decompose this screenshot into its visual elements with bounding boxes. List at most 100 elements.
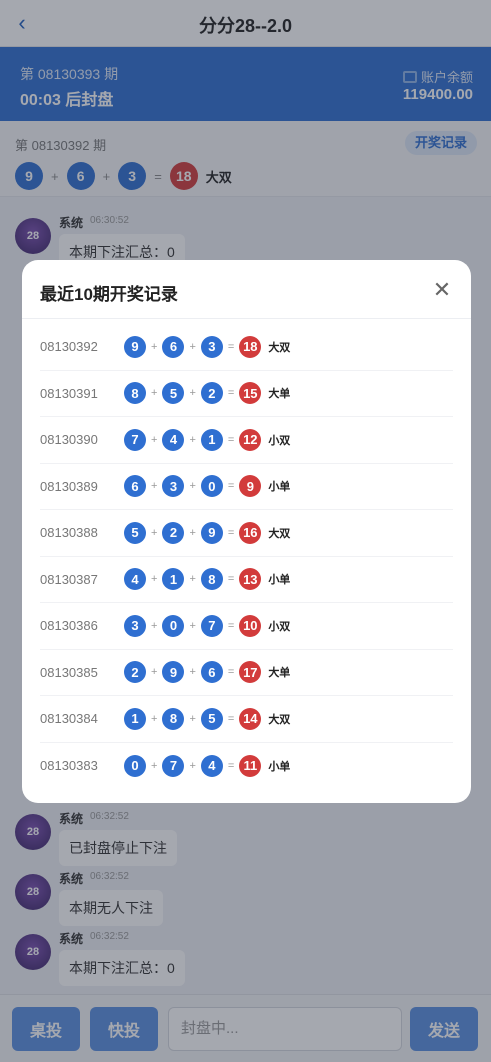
history-period: 08130385 (40, 664, 98, 680)
draw-ball: 4 (200, 754, 223, 777)
history-row: 08130387 4 +1 +8 = 13 小单 (40, 557, 453, 603)
draw-ball: 6 (124, 475, 146, 498)
plus-sign: + (151, 619, 158, 632)
history-period: 08130387 (40, 571, 98, 587)
plus-sign: + (189, 387, 196, 400)
divider (22, 318, 471, 319)
history-period: 08130392 (40, 339, 98, 355)
draw-ball: 7 (162, 754, 185, 777)
result-tag: 大单 (268, 667, 291, 680)
equals-sign: = (227, 666, 235, 679)
draw-ball: 1 (124, 707, 146, 730)
sum-ball: 17 (239, 661, 262, 684)
history-row: 08130384 1 +8 +5 = 14 大双 (40, 696, 453, 743)
plus-sign: + (151, 759, 158, 772)
draw-ball: 2 (162, 521, 185, 544)
plus-sign: + (189, 480, 196, 493)
modal-title: 最近10期开奖记录 (40, 285, 178, 304)
plus-sign: + (189, 433, 196, 446)
draw-ball: 8 (162, 707, 185, 730)
plus-sign: + (189, 712, 196, 725)
result-tag: 大双 (268, 341, 291, 354)
history-balls: 6 +3 +0 = 9 小单 (124, 475, 291, 498)
plus-sign: + (151, 526, 158, 539)
history-row: 08130383 0 +7 +4 = 11 小单 (40, 743, 453, 790)
sum-ball: 11 (239, 754, 262, 777)
history-period: 08130388 (40, 525, 98, 541)
equals-sign: = (227, 387, 235, 400)
history-period: 08130391 (40, 385, 98, 401)
equals-sign: = (227, 619, 235, 632)
draw-history-modal: 最近10期开奖记录 ✕ 08130392 9 +6 +3 = 18 大双 08130391 8 +… (22, 260, 471, 803)
draw-ball: 6 (200, 661, 223, 684)
draw-ball: 8 (200, 568, 223, 591)
equals-sign: = (227, 759, 235, 772)
result-tag: 大双 (268, 713, 291, 726)
sum-ball: 13 (239, 568, 262, 591)
history-balls: 2 +9 +6 = 17 大单 (124, 661, 291, 684)
draw-ball: 4 (162, 428, 185, 451)
draw-ball: 4 (124, 568, 146, 591)
history-row: 08130389 6 +3 +0 = 9 小单 (40, 464, 453, 510)
history-period: 08130390 (40, 432, 98, 448)
history-period: 08130386 (40, 618, 98, 634)
plus-sign: + (151, 480, 158, 493)
draw-ball: 9 (162, 661, 185, 684)
draw-ball: 6 (162, 335, 185, 358)
plus-sign: + (189, 759, 196, 772)
history-balls: 1 +8 +5 = 14 大双 (124, 707, 291, 730)
plus-sign: + (189, 666, 196, 679)
history-list: 08130392 9 +6 +3 = 18 大双 08130391 8 +5 +2 = 15 大单 0813… (40, 324, 453, 789)
result-tag: 小双 (268, 434, 291, 447)
draw-ball: 0 (162, 614, 185, 637)
sum-ball: 12 (239, 428, 262, 451)
plus-sign: + (151, 573, 158, 586)
plus-sign: + (189, 619, 196, 632)
draw-ball: 0 (200, 475, 223, 498)
plus-sign: + (151, 712, 158, 725)
result-tag: 大双 (268, 527, 291, 540)
draw-ball: 8 (124, 382, 146, 405)
plus-sign: + (189, 526, 196, 539)
equals-sign: = (227, 526, 235, 539)
history-row: 08130390 7 +4 +1 = 12 小双 (40, 417, 453, 464)
history-balls: 5 +2 +9 = 16 大双 (124, 521, 291, 544)
history-row: 08130391 8 +5 +2 = 15 大单 (40, 371, 453, 417)
draw-ball: 7 (200, 614, 223, 637)
draw-ball: 2 (124, 661, 146, 684)
equals-sign: = (227, 433, 235, 446)
draw-ball: 7 (124, 428, 146, 451)
result-tag: 小双 (268, 620, 291, 633)
draw-ball: 0 (124, 754, 146, 777)
draw-ball: 1 (200, 428, 223, 451)
sum-ball: 15 (239, 382, 262, 405)
sum-ball: 10 (239, 614, 262, 637)
history-balls: 7 +4 +1 = 12 小双 (124, 428, 291, 451)
plus-sign: + (151, 340, 158, 353)
result-tag: 小单 (268, 760, 291, 773)
history-balls: 0 +7 +4 = 11 小单 (124, 754, 291, 777)
history-balls: 3 +0 +7 = 10 小双 (124, 614, 291, 637)
draw-ball: 9 (200, 521, 223, 544)
draw-ball: 9 (124, 335, 146, 358)
equals-sign: = (227, 480, 235, 493)
history-row: 08130386 3 +0 +7 = 10 小双 (40, 603, 453, 650)
draw-ball: 5 (200, 707, 223, 730)
draw-ball: 3 (200, 335, 223, 358)
sum-ball: 16 (239, 521, 262, 544)
result-tag: 小单 (268, 481, 291, 494)
sum-ball: 18 (239, 335, 262, 358)
history-period: 08130383 (40, 758, 98, 774)
draw-ball: 3 (162, 475, 185, 498)
draw-ball: 5 (162, 382, 185, 405)
draw-ball: 5 (124, 521, 146, 544)
result-tag: 小单 (268, 574, 291, 587)
close-icon[interactable]: ✕ (429, 277, 455, 303)
plus-sign: + (151, 666, 158, 679)
history-balls: 4 +1 +8 = 13 小单 (124, 568, 291, 591)
history-row: 08130392 9 +6 +3 = 18 大双 (40, 324, 453, 371)
plus-sign: + (151, 387, 158, 400)
draw-ball: 3 (124, 614, 146, 637)
history-row: 08130385 2 +9 +6 = 17 大单 (40, 650, 453, 696)
draw-ball: 2 (200, 382, 223, 405)
